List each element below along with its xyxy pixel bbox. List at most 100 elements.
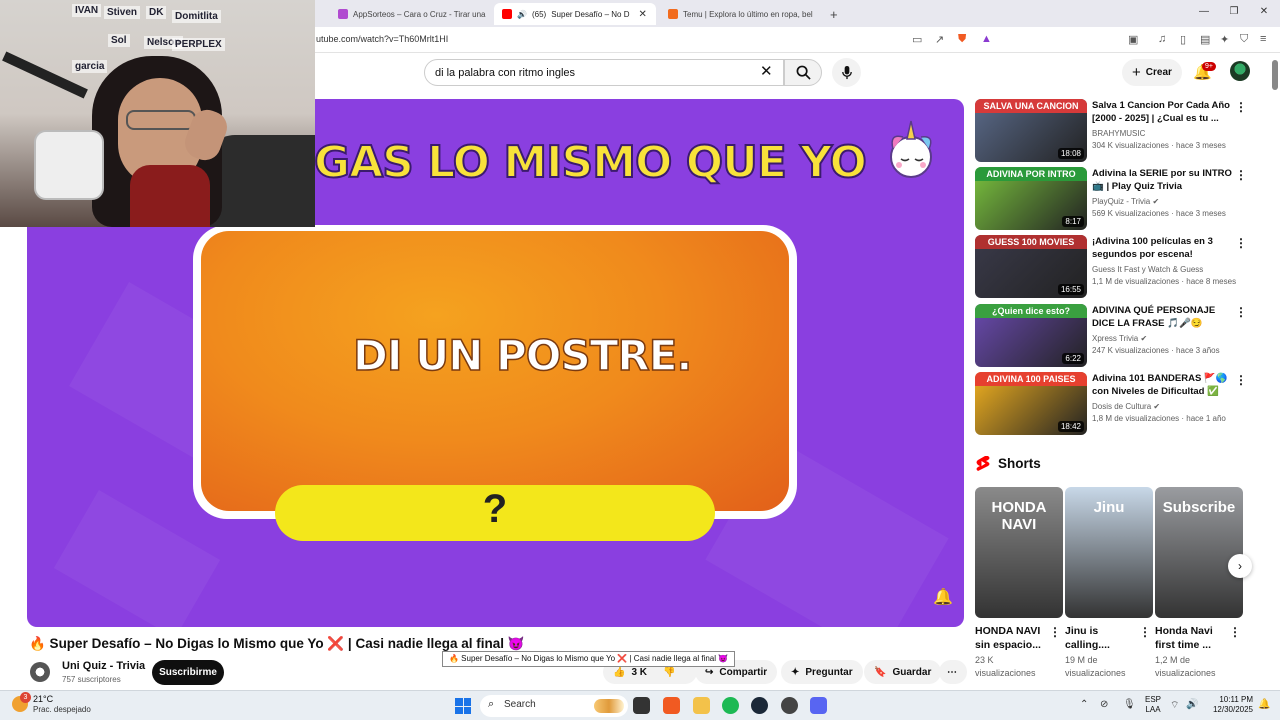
short-thumbnail[interactable]: HONDA NAVI: [975, 487, 1063, 618]
recommendation-title[interactable]: ADIVINA QUÉ PERSONAJE DICE LA FRASE 🎵🎤😏: [1092, 304, 1232, 330]
search-input[interactable]: [424, 59, 784, 86]
language-indicator[interactable]: ESP LAA: [1145, 695, 1161, 715]
save-button[interactable]: 🔖 Guardar: [864, 660, 942, 684]
recommendation-item[interactable]: ADIVINA POR INTRO 8:17 Adivina la SERIE po…: [975, 167, 1265, 231]
wifi-icon[interactable]: ⌔: [1170, 699, 1179, 712]
rewards-icon[interactable]: ▲: [981, 33, 992, 45]
obs-icon[interactable]: [781, 697, 798, 714]
more-options-icon[interactable]: ⋮: [1235, 168, 1247, 182]
short-thumbnail[interactable]: Subscribe: [1155, 487, 1243, 618]
steam-icon[interactable]: [751, 697, 768, 714]
recommendation-channel[interactable]: Xpress Trivia ✔: [1092, 334, 1147, 343]
menu-icon[interactable]: ≡: [1260, 33, 1266, 45]
microphone-device: [34, 130, 104, 200]
wallet-icon[interactable]: ▤: [1200, 33, 1210, 46]
more-options-icon[interactable]: ⋮: [1235, 373, 1247, 387]
mic-arm: [2, 51, 88, 99]
language-code: ESP: [1145, 695, 1162, 704]
start-menu-icon[interactable]: [455, 698, 471, 714]
video-thumbnail[interactable]: ADIVINA 100 PAISES 18:42: [975, 372, 1087, 435]
create-button[interactable]: + Crear: [1122, 59, 1182, 86]
clear-search-icon[interactable]: ✕: [760, 62, 773, 80]
video-thumbnail[interactable]: SALVA UNA CANCION 18:08: [975, 99, 1087, 162]
system-clock[interactable]: 10:11 PM 12/30/2025: [1205, 695, 1253, 715]
microphone-tray-icon[interactable]: 🎙: [1123, 699, 1136, 710]
page-scrollbar[interactable]: [1272, 60, 1278, 90]
vpn-icon[interactable]: ⛉: [1240, 33, 1248, 46]
tray-overflow-icon[interactable]: ⌃: [1080, 699, 1088, 710]
restore-icon[interactable]: ❐: [1225, 6, 1243, 17]
short-item[interactable]: Jinu Jinu is calling.... 19 M de visualiza…: [1065, 487, 1153, 680]
leo-icon[interactable]: ✦: [1220, 33, 1229, 46]
search-highlight-icon[interactable]: [594, 699, 624, 713]
network-off-icon[interactable]: ⊘: [1100, 699, 1108, 710]
minimize-icon[interactable]: —: [1195, 6, 1213, 17]
short-thumbnail-label: HONDA NAVI: [991, 499, 1047, 533]
short-title[interactable]: Jinu is calling....: [1065, 624, 1135, 652]
volume-icon[interactable]: 🔊: [1186, 699, 1198, 710]
video-thumbnail[interactable]: ADIVINA POR INTRO 8:17: [975, 167, 1087, 230]
tab-temu[interactable]: Temu | Explora lo último en ropa, bel: [660, 3, 820, 25]
short-item[interactable]: HONDA NAVI HONDA NAVI sin espacio... 23 K …: [975, 487, 1063, 680]
sparkle-icon: ✦: [791, 666, 800, 678]
close-window-icon[interactable]: ✕: [1255, 6, 1273, 17]
task-view-icon[interactable]: [633, 697, 650, 714]
new-tab-button[interactable]: +: [822, 3, 844, 25]
sidebar-icon[interactable]: ▯: [1180, 33, 1186, 46]
short-thumbnail[interactable]: Jinu: [1065, 487, 1153, 618]
like-count[interactable]: 3 K: [631, 667, 647, 678]
recommendation-item[interactable]: SALVA UNA CANCION 18:08 Salva 1 Cancion Po…: [975, 99, 1265, 163]
recommendation-channel[interactable]: Guess It Fast y Watch & Guess: [1092, 265, 1203, 274]
brave-browser-icon[interactable]: [663, 697, 680, 714]
recommendation-item[interactable]: GUESS 100 MOVIES 16:55 ¡Adivina 100 pelícu…: [975, 235, 1265, 299]
short-item[interactable]: Subscribe Honda Navi first time ... 1,2 M …: [1155, 487, 1243, 680]
recommendation-item[interactable]: ADIVINA 100 PAISES 18:42 Adivina 101 BANDE…: [975, 372, 1265, 436]
weather-temperature[interactable]: 21°C: [33, 694, 53, 704]
channel-avatar[interactable]: [30, 662, 50, 682]
more-options-icon[interactable]: ⋮: [1235, 236, 1247, 250]
weather-badge: 3: [20, 692, 31, 703]
recommendation-channel[interactable]: BRAHYMUSIC: [1092, 129, 1145, 138]
subscribe-button[interactable]: Suscribirme: [152, 660, 224, 685]
shorts-next-arrow-icon[interactable]: ›: [1228, 554, 1252, 578]
file-explorer-icon[interactable]: [693, 697, 710, 714]
more-options-icon[interactable]: ⋮: [1139, 625, 1151, 639]
recommendation-title[interactable]: Adivina 101 BANDERAS 🚩🌎 con Niveles de D…: [1092, 372, 1232, 399]
recommendation-title[interactable]: Salva 1 Cancion Por Cada Año [2000 - 202…: [1092, 99, 1232, 125]
tab-youtube-active[interactable]: 🔊 (65) Super Desafío – No D ✕: [494, 3, 656, 25]
tab-appsorteos[interactable]: AppSorteos – Cara o Cruz - Tirar una: [330, 3, 490, 25]
ask-button[interactable]: ✦ Preguntar: [781, 660, 863, 684]
more-options-icon[interactable]: ⋮: [1235, 305, 1247, 319]
cast-icon[interactable]: ▭: [912, 33, 922, 46]
video-thumbnail[interactable]: ¿Quien dice esto? 6:22: [975, 304, 1087, 367]
short-title[interactable]: HONDA NAVI sin espacio...: [975, 624, 1045, 652]
recommendation-title[interactable]: Adivina la SERIE por su INTRO 📺 | Play Q…: [1092, 167, 1232, 193]
dislike-icon[interactable]: 👎: [663, 667, 675, 678]
channel-name[interactable]: Uni Quiz - Trivia: [62, 660, 145, 672]
voice-search-button[interactable]: [832, 58, 861, 87]
spotify-icon[interactable]: [722, 697, 739, 714]
recommendation-channel[interactable]: PlayQuiz - Trivia ✔: [1092, 197, 1159, 206]
recommendation-channel[interactable]: Dosis de Cultura ✔: [1092, 402, 1160, 411]
more-options-icon[interactable]: ⋮: [1235, 100, 1247, 114]
like-icon[interactable]: 👍: [613, 667, 625, 678]
recommendation-item[interactable]: ¿Quien dice esto? 6:22 ADIVINA QUÉ PERSONA…: [975, 304, 1265, 368]
brave-shield-icon[interactable]: ⛊: [958, 33, 966, 46]
close-tab-icon[interactable]: ✕: [638, 9, 646, 20]
short-title[interactable]: Honda Navi first time ...: [1155, 624, 1225, 652]
more-actions-button[interactable]: ⋯: [939, 660, 967, 684]
account-avatar[interactable]: [1230, 61, 1250, 81]
notification-center-icon[interactable]: 🔔: [1258, 699, 1270, 710]
short-views: 23 K visualizaciones: [975, 655, 1036, 678]
share-icon[interactable]: ↗: [935, 33, 944, 46]
url-field[interactable]: utube.com/watch?v=Th60Mrlt1HI: [316, 34, 448, 44]
tab-search-icon[interactable]: ▣: [1128, 33, 1138, 46]
media-icon[interactable]: ♫: [1158, 33, 1166, 45]
discord-icon[interactable]: [810, 697, 827, 714]
youtube-favicon-icon: [502, 9, 512, 19]
recommendation-title[interactable]: ¡Adivina 100 películas en 3 segundos por…: [1092, 235, 1232, 262]
more-options-icon[interactable]: ⋮: [1229, 625, 1241, 639]
video-thumbnail[interactable]: GUESS 100 MOVIES 16:55: [975, 235, 1087, 298]
more-options-icon[interactable]: ⋮: [1049, 625, 1061, 639]
search-button[interactable]: [784, 59, 822, 86]
